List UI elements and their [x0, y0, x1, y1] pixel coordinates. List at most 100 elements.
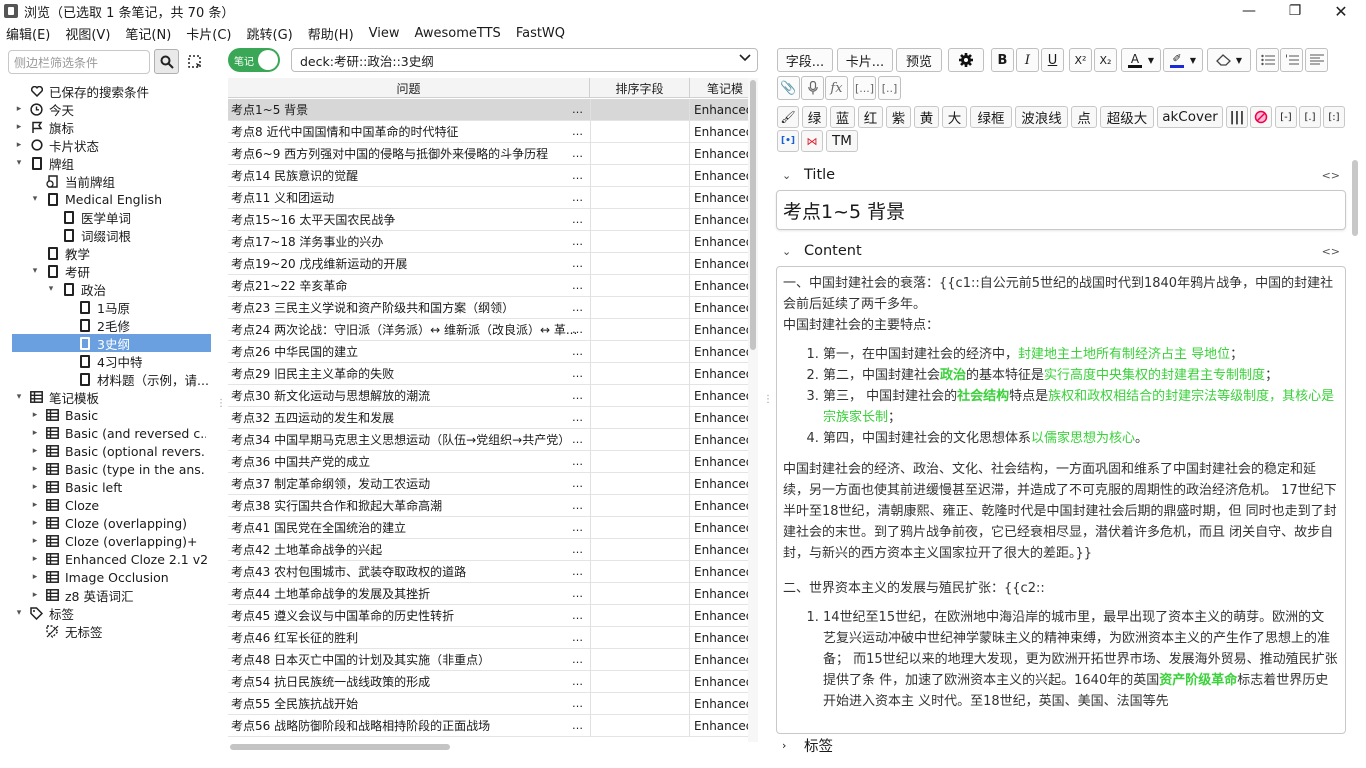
cloze-blue-button[interactable]: [•] [777, 130, 799, 152]
expand-icon[interactable]: ▸ [30, 496, 40, 514]
collapse-icon[interactable]: ▾ [30, 190, 40, 208]
html-editor-icon[interactable]: <> [1322, 245, 1340, 258]
table-row[interactable]: 考点29 旧民主主义革命的失败 … Enhanced [228, 363, 748, 385]
table-row[interactable]: 考点32 五四运动的发生和发展 … Enhanced [228, 407, 748, 429]
format-wavy-button[interactable]: 波浪线 [1015, 106, 1068, 128]
table-row[interactable]: 考点8 近代中国国情和中国革命的时代特征 … Enhanced [228, 121, 748, 143]
expand-icon[interactable]: ▸ [30, 586, 40, 604]
menu-view-en[interactable]: View [369, 26, 400, 41]
sidebar-item-cloze-overlapping-plus[interactable]: Cloze (overlapping)+ [46, 532, 216, 550]
cloze-red-button[interactable]: ⋈ [801, 130, 823, 152]
content-field-input[interactable]: 一、中国封建社会的衰落：{{c1::自公元前5世纪的战国时代到1840年鸦片战争… [776, 266, 1346, 734]
sidebar-item-basic-optional[interactable]: Basic (optional revers... [46, 442, 206, 460]
collapse-icon[interactable]: ▾ [46, 280, 56, 298]
expand-icon[interactable]: ▸ [14, 136, 24, 154]
notes-mode-toggle[interactable]: 笔记 [228, 48, 280, 72]
expand-icon[interactable]: ▸ [30, 568, 40, 586]
preview-button[interactable]: 预览 [896, 48, 942, 72]
subscript-button[interactable]: X₂ [1094, 48, 1117, 72]
menu-go[interactable]: 跳转(G) [247, 24, 293, 43]
title-field-input[interactable]: 考点1~5 背景 [776, 190, 1346, 230]
menu-cards[interactable]: 卡片(C) [186, 24, 231, 43]
sidebar-item-teaching[interactable]: 教学 [46, 244, 216, 262]
table-row[interactable]: 考点24 两次论战：守旧派（洋务派）↔ 维新派（改良派）↔ 革...… Enhan… [228, 319, 748, 341]
menu-edit[interactable]: 编辑(E) [6, 24, 50, 43]
format-green-box-button[interactable]: 绿框 [970, 106, 1012, 128]
format-big-button[interactable]: 大 [942, 106, 967, 128]
sidebar-item-kaoyan[interactable]: 考研 [46, 262, 216, 280]
expand-icon[interactable]: ▸ [30, 460, 40, 478]
cloze-same-button[interactable]: [..] [878, 76, 901, 100]
table-row[interactable]: 考点42 土地革命战争的兴起 … Enhanced [228, 539, 748, 561]
akcover-button[interactable]: akCover [1157, 106, 1223, 128]
record-button[interactable] [801, 76, 824, 100]
sidebar-item-enhanced-cloze[interactable]: Enhanced Cloze 2.1 v2 [46, 550, 216, 568]
tm-button[interactable]: TM [826, 130, 858, 152]
sidebar-item-no-tag[interactable]: 无标签 [46, 622, 216, 640]
format-super-big-button[interactable]: 超级大 [1100, 106, 1154, 128]
table-row[interactable]: 考点1~5 背景 … Enhanced [228, 99, 748, 121]
align-button[interactable] [1305, 48, 1328, 72]
sidebar-item-cloze-overlapping[interactable]: Cloze (overlapping) [46, 514, 216, 532]
html-editor-icon[interactable]: <> [1322, 169, 1340, 182]
eraser-button[interactable]: ▼ [1207, 48, 1251, 72]
sidebar-item-z8-vocab[interactable]: z8 英语词汇 [46, 586, 216, 604]
brush-button[interactable]: 🖌 [777, 106, 799, 128]
table-row[interactable]: 考点43 农村包围城市、武装夺取政权的道路 … Enhanced [228, 561, 748, 583]
sidebar-search-input[interactable]: 侧边栏筛选条件 [8, 50, 150, 74]
sidebar-item-today[interactable]: 今天 [30, 100, 216, 118]
table-row[interactable]: 考点14 民族意识的觉醒 … Enhanced [228, 165, 748, 187]
collapse-icon[interactable]: ▾ [14, 154, 24, 172]
table-vertical-scrollbar[interactable] [748, 78, 758, 742]
bold-button[interactable]: B [991, 48, 1014, 72]
menu-awesometts[interactable]: AwesomeTTS [415, 26, 501, 41]
expand-icon[interactable]: ▸ [30, 514, 40, 532]
sidebar-item-maoxiu[interactable]: 2毛修 [78, 316, 216, 334]
text-color-button[interactable]: A ▼ [1121, 48, 1161, 72]
expand-icon[interactable]: ▸ [30, 532, 40, 550]
table-row[interactable]: 考点21~22 辛亥革命 … Enhanced [228, 275, 748, 297]
scrollbar-thumb[interactable] [1352, 160, 1358, 236]
cloze-same-button-2[interactable]: [.] [1299, 106, 1321, 128]
sidebar-item-decks[interactable]: 牌组 [30, 154, 216, 172]
sidebar-item-tags[interactable]: 标签 [30, 604, 216, 622]
format-blue-button[interactable]: 蓝 [830, 106, 855, 128]
underline-button[interactable]: U [1041, 48, 1064, 72]
menu-fastwq[interactable]: FastWQ [516, 26, 565, 41]
sidebar-item-medical-english[interactable]: Medical English [46, 190, 216, 208]
sidebar-item-politics[interactable]: 政治 [62, 280, 216, 298]
sidebar-item-saved-searches[interactable]: 已保存的搜索条件 [30, 82, 216, 100]
bullet-list-button[interactable] [1256, 48, 1279, 72]
table-row[interactable]: 考点26 中华民国的建立 … Enhanced [228, 341, 748, 363]
format-dot-button[interactable]: 点 [1071, 106, 1097, 128]
sidebar-item-flags[interactable]: 旗标 [30, 118, 216, 136]
expand-icon[interactable]: ▸ [30, 406, 40, 424]
sidebar-item-material[interactable]: 材料题（示例，请... [78, 370, 212, 388]
format-green-button[interactable]: 绿 [802, 106, 827, 128]
column-question[interactable]: 问题 [228, 78, 590, 98]
collapse-icon[interactable]: ▾ [30, 262, 40, 280]
sidebar-item-shigang[interactable]: 3史纲 [12, 334, 211, 352]
table-row[interactable]: 考点38 实行国共合作和掀起大革命高潮 … Enhanced [228, 495, 748, 517]
mathjax-button[interactable]: fx [825, 76, 848, 100]
attach-button[interactable]: 📎 [777, 76, 800, 100]
expand-icon[interactable]: ▸ [30, 442, 40, 460]
no-format-button[interactable] [1250, 106, 1272, 128]
sidebar-item-affixes[interactable]: 词缀词根 [62, 226, 216, 244]
table-row[interactable]: 考点37 制定革命纲领，发动工农运动 … Enhanced [228, 473, 748, 495]
cloze-nested-button[interactable]: [:] [1323, 106, 1345, 128]
table-horizontal-scrollbar[interactable] [228, 742, 748, 752]
collapse-icon[interactable]: ▾ [14, 388, 24, 406]
format-purple-button[interactable]: 紫 [886, 106, 911, 128]
superscript-button[interactable]: X² [1069, 48, 1092, 72]
cards-button[interactable]: 卡片... [837, 48, 893, 72]
sidebar-item-note-types[interactable]: 笔记模板 [30, 388, 216, 406]
sidebar-splitter-handle[interactable]: ⋮ [216, 398, 226, 409]
collapse-icon[interactable]: ⌄ [782, 169, 798, 182]
table-row[interactable]: 考点23 三民主义学说和资产阶级共和国方案（纲领） … Enhanced [228, 297, 748, 319]
expand-icon[interactable]: ▸ [30, 550, 40, 568]
maximize-icon[interactable]: ❐ [1272, 0, 1318, 22]
numbered-list-button[interactable] [1280, 48, 1303, 72]
table-row[interactable]: 考点36 中国共产党的成立 … Enhanced [228, 451, 748, 473]
chevron-down-icon[interactable] [739, 51, 751, 66]
